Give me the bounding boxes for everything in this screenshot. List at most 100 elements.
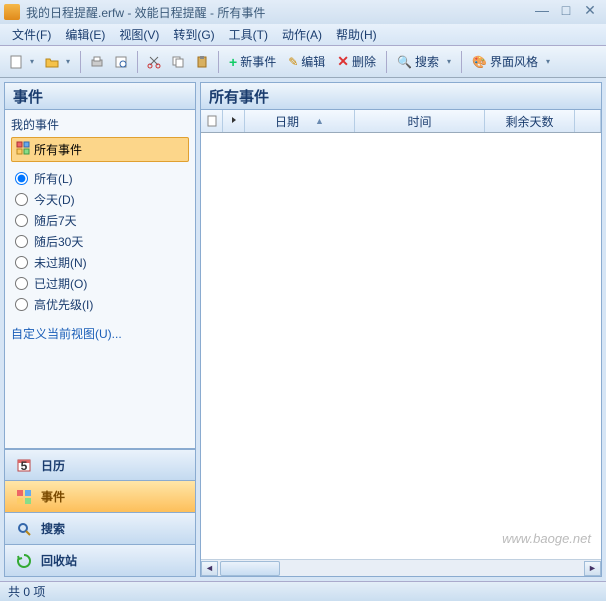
nav-events[interactable]: 事件 [4,481,196,513]
nav-events-label: 事件 [41,488,65,505]
customize-view-link[interactable]: 自定义当前视图(U)... [11,325,189,342]
copy-icon[interactable] [168,52,188,72]
scroll-thumb[interactable] [220,561,280,576]
tree-all-events-label: 所有事件 [34,141,82,158]
search-nav-icon [15,520,33,538]
search-label: 搜索 [415,53,439,70]
menubar: 文件(F) 编辑(E) 视图(V) 转到(G) 工具(T) 动作(A) 帮助(H… [0,24,606,46]
menu-edit[interactable]: 编辑(E) [59,24,111,45]
sidebar-body: 我的事件 所有事件 所有(L) 今天(D) 随后7天随后30天未过期(N) 已过期(O… [4,110,196,449]
app-icon [4,4,20,20]
filter-label-2: 随后7天 [34,212,77,229]
delete-button[interactable]: ✕删除 [333,51,380,72]
menu-goto[interactable]: 转到(G) [167,24,220,45]
menu-view[interactable]: 视图(V) [113,24,165,45]
nav-search-label: 搜索 [41,520,65,537]
scroll-left-button[interactable]: ◄ [201,561,218,576]
col-icon2[interactable] [223,110,245,132]
menu-file[interactable]: 文件(F) [6,24,57,45]
svg-text:5: 5 [21,459,28,473]
delete-icon: ✕ [337,53,349,70]
filter-radio-0[interactable] [15,172,28,185]
grid: 日期▲ 时间 剩余天数 ◄ ► www.baoge.net [200,110,602,577]
separator [137,51,138,73]
col-date[interactable]: 日期▲ [245,110,355,132]
edit-button[interactable]: ✎编辑 [284,51,329,72]
print-preview-icon[interactable] [111,52,131,72]
my-events-label: 我的事件 [11,116,189,133]
nav-search[interactable]: 搜索 [4,513,196,545]
pencil-icon: ✎ [288,55,298,69]
grid-header-row: 日期▲ 时间 剩余天数 [201,110,601,133]
titlebar: 我的日程提醒.erfw - 效能日程提醒 - 所有事件 — □ ✕ [0,0,606,24]
scroll-right-button[interactable]: ► [584,561,601,576]
filter-radio-5[interactable] [15,277,28,290]
nav-stack: 5 日历 事件 搜索 回收站 [4,449,196,577]
filter-radio-1[interactable] [15,193,28,206]
new-event-label: 新事件 [240,53,276,70]
col-time[interactable]: 时间 [355,110,485,132]
main-area: 事件 我的事件 所有事件 所有(L) 今天(D) 随后7天随后30天未过期(N) 已过… [0,78,606,581]
nav-recycle[interactable]: 回收站 [4,545,196,577]
palette-icon: 🎨 [472,55,487,69]
filter-6[interactable]: 高优先级(I) [11,294,189,315]
maximize-button[interactable]: □ [554,3,578,21]
sidebar-header: 事件 [4,82,196,110]
open-dropdown[interactable]: ▾ [66,57,74,66]
sort-asc-icon: ▲ [315,116,324,126]
recycle-icon [15,552,33,570]
grid-body[interactable] [201,133,601,559]
cut-icon[interactable] [144,52,164,72]
separator [461,51,462,73]
events-icon [15,488,33,506]
filter-label-6: 高优先级(I) [34,296,93,313]
filter-5[interactable]: 已过期(O) [11,273,189,294]
nav-recycle-label: 回收站 [41,552,77,569]
menu-tools[interactable]: 工具(T) [223,24,274,45]
plus-icon: + [229,54,237,70]
col-icon1[interactable] [201,110,223,132]
status-text: 共 0 项 [8,583,45,600]
menu-help[interactable]: 帮助(H) [330,24,383,45]
toolbar: ▾ ▾ +新事件 ✎编辑 ✕删除 🔍搜索 ▾ 🎨界面风格 ▾ [0,46,606,78]
filter-1[interactable]: 今天(D) [11,189,189,210]
filter-label-5: 已过期(O) [34,275,87,292]
filter-radio-2[interactable] [15,214,28,227]
filter-4[interactable]: 未过期(N) [11,252,189,273]
style-label: 界面风格 [490,53,538,70]
filter-radio-4[interactable] [15,256,28,269]
minimize-button[interactable]: — [530,3,554,21]
style-button[interactable]: 🎨界面风格 [468,51,542,72]
filter-radio-3[interactable] [15,235,28,248]
menu-action[interactable]: 动作(A) [276,24,328,45]
new-event-button[interactable]: +新事件 [225,51,280,72]
close-button[interactable]: ✕ [578,3,602,21]
separator [386,51,387,73]
sidebar: 事件 我的事件 所有事件 所有(L) 今天(D) 随后7天随后30天未过期(N) 已过… [4,82,196,577]
grid-icon [16,141,30,158]
open-folder-icon[interactable] [42,52,62,72]
col-remaining[interactable]: 剩余天数 [485,110,575,132]
paste-icon[interactable] [192,52,212,72]
filter-3[interactable]: 随后30天 [11,231,189,252]
new-file-dropdown[interactable]: ▾ [30,57,38,66]
calendar-icon: 5 [15,456,33,474]
new-file-icon[interactable] [6,52,26,72]
window-title: 我的日程提醒.erfw - 效能日程提醒 - 所有事件 [26,4,530,21]
tree-all-events[interactable]: 所有事件 [11,137,189,162]
filter-radio-6[interactable] [15,298,28,311]
statusbar: 共 0 项 [0,581,606,601]
nav-calendar[interactable]: 5 日历 [4,449,196,481]
filter-0[interactable]: 所有(L) [11,168,189,189]
filter-label-1: 今天(D) [34,191,75,208]
horizontal-scrollbar[interactable]: ◄ ► [201,559,601,576]
magnifier-icon: 🔍 [397,55,412,69]
delete-label: 删除 [352,53,376,70]
style-dropdown[interactable]: ▾ [546,57,554,66]
filter-label-0: 所有(L) [34,170,73,187]
filter-2[interactable]: 随后7天 [11,210,189,231]
search-button[interactable]: 🔍搜索 [393,51,443,72]
nav-calendar-label: 日历 [41,457,65,474]
print-icon[interactable] [87,52,107,72]
search-dropdown[interactable]: ▾ [447,57,455,66]
